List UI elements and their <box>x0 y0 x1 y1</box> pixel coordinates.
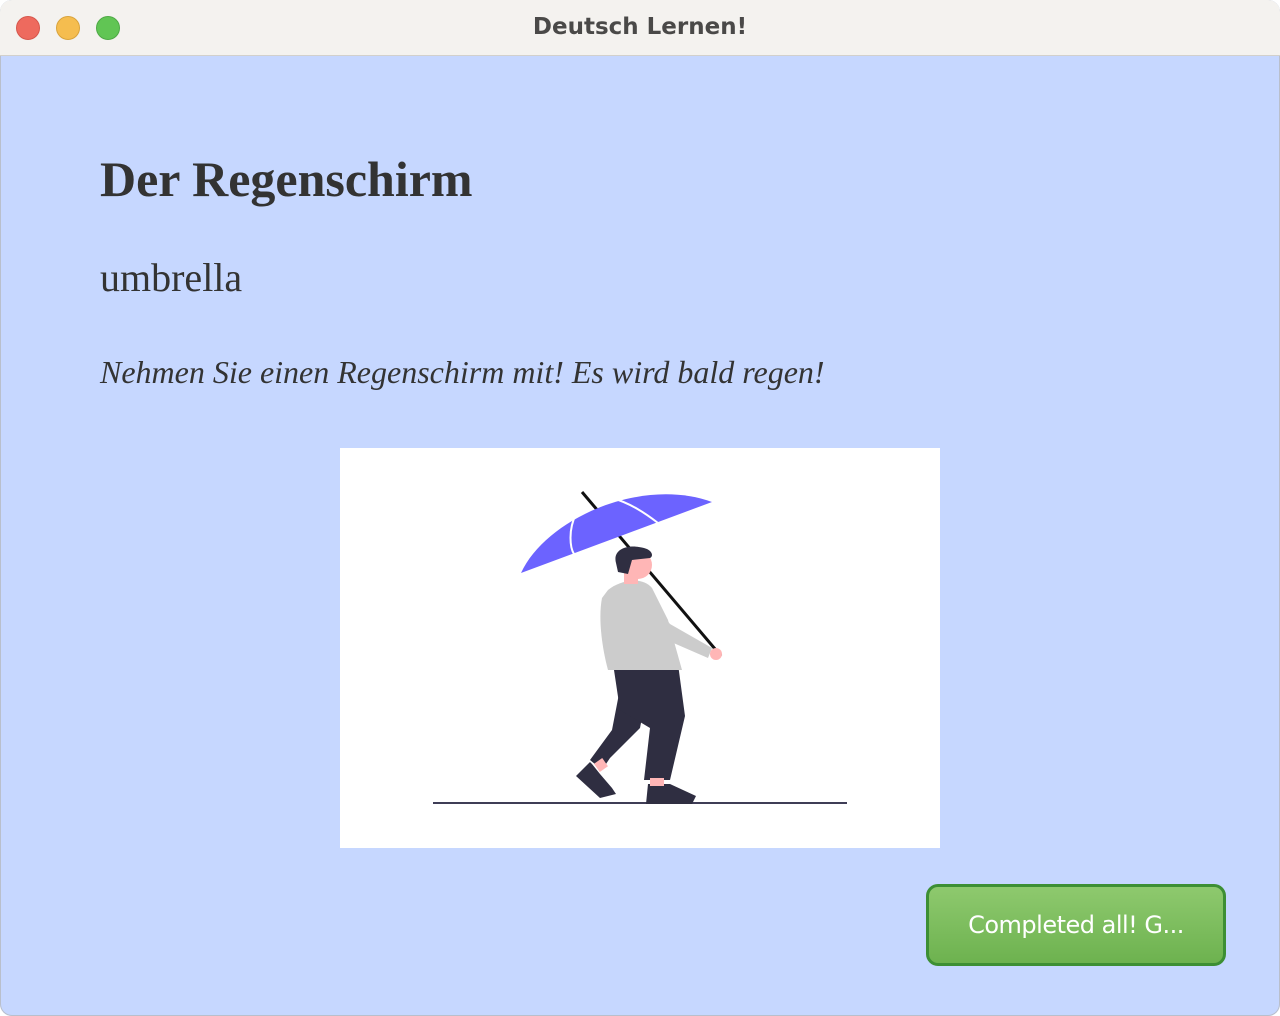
german-word-heading: Der Regenschirm <box>100 151 473 207</box>
example-sentence: Nehmen Sie einen Regenschirm mit! Es wir… <box>100 354 825 390</box>
window-title: Deutsch Lernen! <box>532 14 748 40</box>
completed-all-button[interactable]: Completed all! G... <box>926 884 1226 966</box>
title-bar: Deutsch Lernen! <box>0 0 1280 56</box>
word-illustration <box>340 448 940 848</box>
app-window: Deutsch Lernen! Der Regenschirm umbrella… <box>0 0 1280 1016</box>
translation-text: umbrella <box>100 255 243 300</box>
person-with-umbrella-illustration <box>433 491 847 804</box>
